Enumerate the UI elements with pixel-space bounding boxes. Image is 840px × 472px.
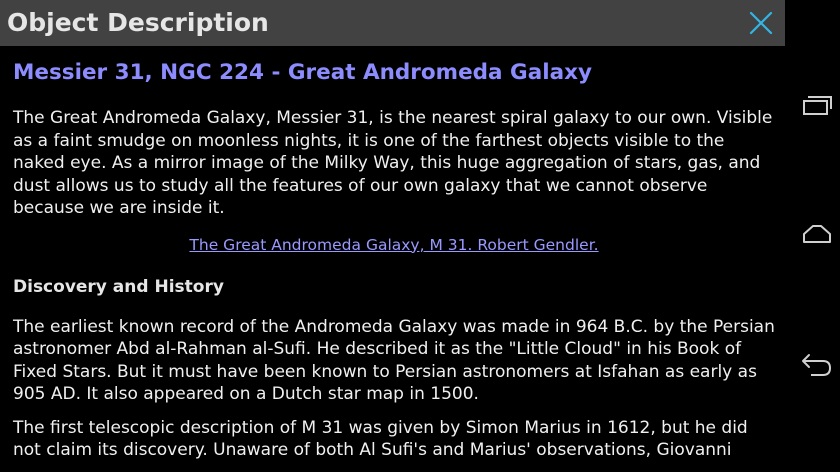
navigation-bar xyxy=(785,0,840,472)
recent-apps-icon xyxy=(803,96,832,115)
close-button[interactable] xyxy=(743,5,779,41)
history-paragraph: The earliest known record of the Androme… xyxy=(13,316,775,405)
screen: Object Description Messier 31, NGC 224 -… xyxy=(0,0,840,472)
intro-paragraph: The Great Andromeda Galaxy, Messier 31, … xyxy=(13,108,773,218)
image-link-row: The Great Andromeda Galaxy, M 31. Robert… xyxy=(13,235,775,255)
telescope-paragraph: The first telescopic description of M 31… xyxy=(13,417,748,461)
home-button[interactable] xyxy=(793,218,833,252)
section-heading: Discovery and History xyxy=(13,276,224,297)
recent-apps-button[interactable] xyxy=(793,88,833,122)
image-credit-link[interactable]: The Great Andromeda Galaxy, M 31. Robert… xyxy=(189,236,598,254)
dialog-titlebar: Object Description xyxy=(0,0,785,46)
description-content[interactable]: Messier 31, NGC 224 - Great Andromeda Ga… xyxy=(13,56,775,462)
object-heading: Messier 31, NGC 224 - Great Andromeda Ga… xyxy=(13,60,592,85)
dialog-title: Object Description xyxy=(7,8,269,37)
back-icon xyxy=(802,354,831,376)
close-icon xyxy=(749,11,773,35)
object-description-dialog: Object Description Messier 31, NGC 224 -… xyxy=(0,0,785,472)
home-icon xyxy=(803,225,831,243)
back-button[interactable] xyxy=(793,348,833,382)
